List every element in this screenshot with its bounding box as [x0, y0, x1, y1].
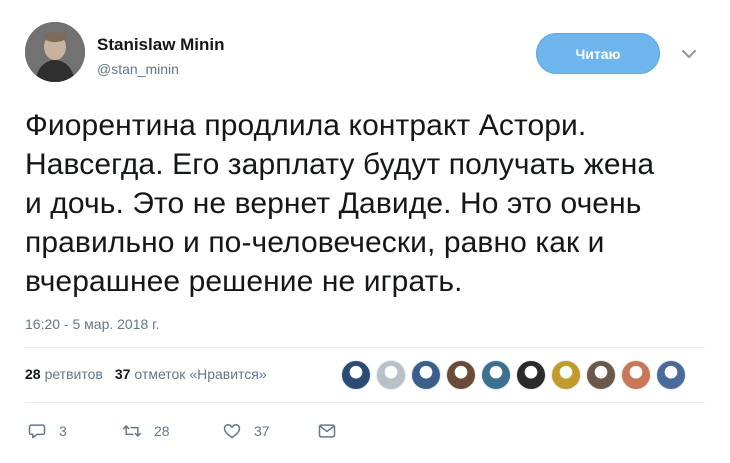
retweets-label: ретвитов	[44, 366, 103, 382]
likes-count: 37	[114, 366, 131, 382]
liker-avatar[interactable]	[586, 360, 616, 390]
tweet-text-line: Навсегда. Его зарплату будут получать же…	[25, 148, 655, 181]
retweets-stat[interactable]: 28 ретвитов	[25, 366, 103, 382]
chevron-down-icon[interactable]	[681, 48, 697, 60]
liker-avatar[interactable]	[621, 360, 651, 390]
tweet-actions: 3 28 37	[27, 421, 349, 441]
tweet-text-line: вчерашнее решение не играть.	[25, 265, 463, 298]
likers-avatars	[341, 360, 691, 392]
liker-avatar[interactable]	[376, 360, 406, 390]
retweet-icon	[122, 425, 142, 437]
retweets-count: 28	[25, 366, 41, 382]
liker-avatar[interactable]	[446, 360, 476, 390]
reply-count: 3	[59, 423, 67, 439]
avatar[interactable]	[25, 22, 85, 82]
heart-icon	[223, 424, 241, 439]
following-button[interactable]: Читаю	[536, 33, 660, 74]
tweet-card: Stanislaw Minin @stan_minin Читаю Фиорен…	[0, 0, 730, 463]
liker-avatar[interactable]	[411, 360, 441, 390]
retweet-button[interactable]: 28	[122, 421, 222, 441]
tweet-text-line: Фиорентина продлила контракт Астори.	[25, 109, 587, 142]
divider	[25, 347, 705, 348]
divider	[25, 402, 705, 403]
author-handle[interactable]: @stan_minin	[97, 61, 179, 77]
reply-button[interactable]: 3	[27, 421, 122, 441]
author-name[interactable]: Stanislaw Minin	[97, 35, 225, 55]
liker-avatar[interactable]	[551, 360, 581, 390]
likes-label: отметок «Нравится»	[134, 366, 267, 382]
liker-avatar[interactable]	[341, 360, 371, 390]
avatar-portrait	[25, 22, 85, 82]
reply-icon	[28, 424, 46, 439]
tweet-text-line: правильно и по-человечески, равно как и	[25, 226, 605, 259]
tweet-text: Фиорентина продлила контракт Астори. Нав…	[25, 106, 715, 301]
like-button[interactable]: 37	[222, 421, 317, 441]
direct-message-button[interactable]	[317, 421, 349, 441]
tweet-stats: 28 ретвитов 37 отметок «Нравится»	[25, 366, 267, 382]
envelope-icon	[318, 424, 336, 438]
tweet-timestamp[interactable]: 16:20 - 5 мар. 2018 г.	[25, 316, 159, 332]
liker-avatar[interactable]	[656, 360, 686, 390]
liker-avatar[interactable]	[481, 360, 511, 390]
retweet-count: 28	[154, 423, 170, 439]
tweet-text-line: и дочь. Это не вернет Давиде. Но это оче…	[25, 187, 642, 220]
liker-avatar[interactable]	[516, 360, 546, 390]
like-count: 37	[254, 423, 270, 439]
likes-stat[interactable]: 37 отметок «Нравится»	[115, 366, 267, 382]
